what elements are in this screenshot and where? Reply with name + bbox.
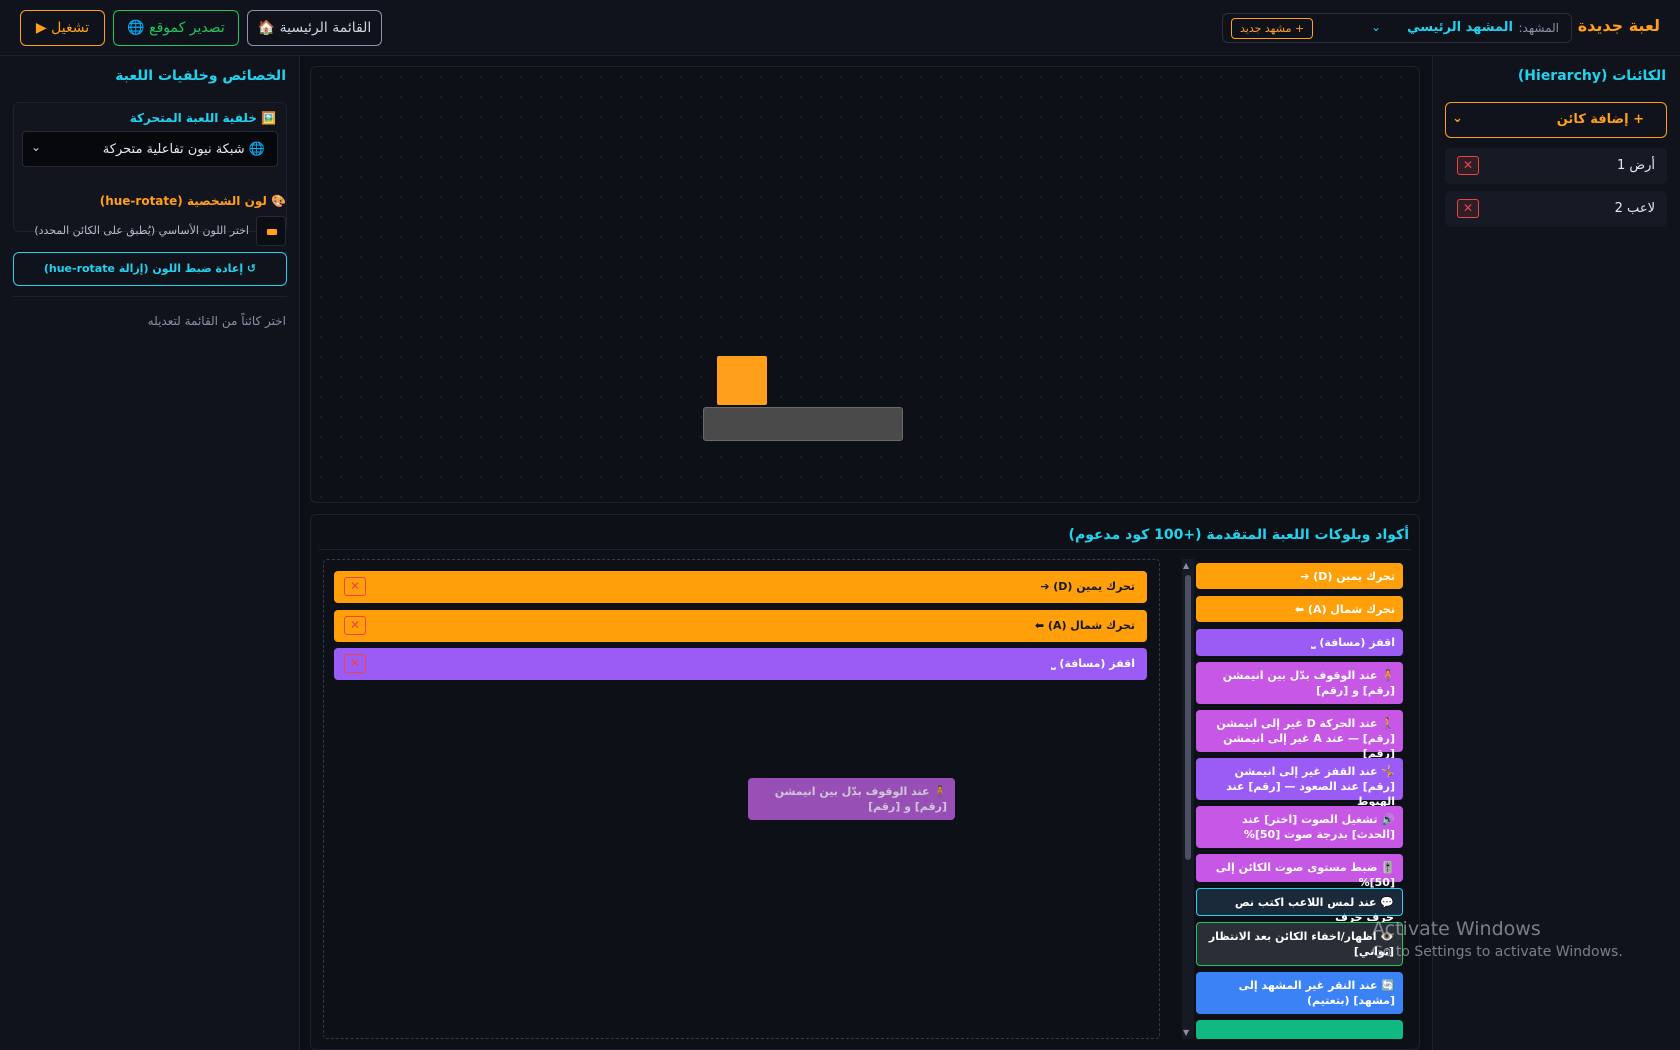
add-object-label: + إضافة كائن bbox=[1556, 112, 1644, 127]
game-title: لعبة جديدة bbox=[1577, 16, 1660, 35]
palette-block-move-left[interactable]: تحرك شمال (A) ⬅ bbox=[1196, 596, 1403, 622]
divider bbox=[13, 296, 287, 297]
palette-block-jump[interactable]: اقفز (مسافة) ⎵ bbox=[1196, 629, 1403, 656]
block-label: اقفز (مسافة) ⎵ bbox=[1051, 657, 1135, 670]
script-workspace[interactable]: تحرك يمين (D) ➔ ✕ تحرك شمال (A) ⬅ ✕ اقفز… bbox=[323, 559, 1160, 1039]
scroll-up-icon[interactable]: ▲ bbox=[1183, 561, 1189, 570]
object-name: لاعب 2 bbox=[1614, 201, 1655, 216]
game-canvas[interactable] bbox=[310, 66, 1420, 503]
watermark-line1: Activate Windows bbox=[1372, 918, 1541, 940]
properties-panel: الخصائص وخلفيات اللعبة 🖼️ خلفية اللعبة ا… bbox=[0, 56, 300, 1050]
delete-block-button[interactable]: ✕ bbox=[344, 616, 366, 635]
workspace-block-move-left[interactable]: تحرك شمال (A) ⬅ ✕ bbox=[334, 610, 1147, 642]
scene-label: المشهد: bbox=[1518, 21, 1559, 35]
palette-block-jump-animation[interactable]: 🤸 عند القفز غير إلى انيمشن [رقم] عند الص… bbox=[1196, 758, 1403, 808]
ground-sprite[interactable] bbox=[703, 407, 903, 441]
palette-block-move-right[interactable]: تحرك يمين (D) ➔ bbox=[1196, 563, 1403, 589]
delete-block-button[interactable]: ✕ bbox=[344, 577, 366, 596]
scene-select[interactable]: المشهد الرئيسي bbox=[1407, 20, 1513, 35]
main-menu-button[interactable]: القائمة الرئيسية 🏠 bbox=[247, 10, 382, 46]
palette-block-play-sound[interactable]: 🔊 تشغيل الصوت [اختر] عند [الحدث] بدرجة ص… bbox=[1196, 806, 1403, 848]
workspace-block-move-right[interactable]: تحرك يمين (D) ➔ ✕ bbox=[334, 571, 1147, 603]
delete-block-button[interactable]: ✕ bbox=[344, 654, 366, 673]
chevron-down-icon[interactable]: ⌄ bbox=[1371, 20, 1381, 34]
background-select-value: 🌐 شبكة نيون تفاعلية متحركة bbox=[102, 142, 265, 157]
palette-block-set-volume[interactable]: 🎚️ ضبط مستوى صوت الكائن إلى [50]% bbox=[1196, 854, 1403, 889]
blocks-title: أكواد وبلوكات اللعبة المتقدمة (+100 كود … bbox=[1068, 527, 1409, 543]
block-palette: تحرك يمين (D) ➔ تحرك شمال (A) ⬅ اقفز (مس… bbox=[1181, 559, 1411, 1039]
palette-block-change-scene[interactable]: 🔄 عند النقر غير المشهد إلى [مشهد] (بتعتي… bbox=[1196, 972, 1403, 1014]
player-sprite[interactable] bbox=[717, 356, 767, 405]
hierarchy-title: الكائنات (Hierarchy) bbox=[1517, 68, 1666, 84]
background-card: 🖼️ خلفية اللعبة المتحركة 🌐 شبكة نيون تفا… bbox=[13, 102, 287, 232]
delete-object-button[interactable]: ✕ bbox=[1457, 156, 1479, 175]
top-bar: لعبة جديدة المشهد: المشهد الرئيسي ⌄ + مش… bbox=[0, 0, 1680, 56]
hierarchy-panel: الكائنات (Hierarchy) + إضافة كائن ⌄ أرض … bbox=[1432, 56, 1680, 1050]
reset-color-button[interactable]: ↺ إعادة ضبط اللون (إزالة hue-rotate) bbox=[13, 252, 287, 286]
run-button[interactable]: تشغيل ▶ bbox=[20, 10, 105, 46]
color-hint: اختر اللون الأساسي (يُطبق على الكائن الم… bbox=[34, 224, 249, 237]
palette-scrollbar[interactable]: ▲ ▼ bbox=[1182, 559, 1194, 1039]
dragging-block[interactable]: 🧍 عند الوقوف بدّل بين انيمشن [رقم] و [رق… bbox=[748, 778, 955, 820]
activate-windows-watermark: Activate Windows Go to Settings to activ… bbox=[1372, 918, 1623, 960]
scene-switcher: المشهد: المشهد الرئيسي ⌄ + مشهد جديد bbox=[1222, 13, 1572, 43]
hierarchy-item-ground[interactable]: أرض 1 ✕ bbox=[1445, 148, 1667, 184]
delete-object-button[interactable]: ✕ bbox=[1457, 199, 1479, 218]
palette-block-walk-animation[interactable]: 🚶 عند الحركة D غير إلى انيمشن [رقم] — عن… bbox=[1196, 710, 1403, 760]
background-select[interactable]: 🌐 شبكة نيون تفاعلية متحركة ⌄ bbox=[22, 131, 278, 167]
watermark-line2: Go to Settings to activate Windows. bbox=[1372, 944, 1623, 960]
new-scene-button[interactable]: + مشهد جديد bbox=[1231, 18, 1314, 39]
block-label: تحرك يمين (D) ➔ bbox=[1040, 580, 1135, 593]
block-label: تحرك شمال (A) ⬅ bbox=[1034, 619, 1135, 632]
add-object-dropdown[interactable]: + إضافة كائن ⌄ bbox=[1445, 102, 1667, 138]
color-swatch bbox=[267, 229, 277, 235]
workspace-block-jump[interactable]: اقفز (مسافة) ⎵ ✕ bbox=[334, 648, 1147, 680]
chevron-down-icon: ⌄ bbox=[1452, 111, 1463, 126]
scroll-down-icon[interactable]: ▼ bbox=[1183, 1028, 1189, 1037]
divider bbox=[319, 549, 1411, 550]
palette-block-idle-animation[interactable]: 🧍 عند الوقوف بدّل بين انيمشن [رقم] و [رق… bbox=[1196, 662, 1403, 704]
color-picker[interactable] bbox=[256, 216, 286, 246]
blocks-panel: أكواد وبلوكات اللعبة المتقدمة (+100 كود … bbox=[310, 514, 1420, 1050]
scrollbar-thumb[interactable] bbox=[1185, 575, 1191, 860]
hierarchy-item-player[interactable]: لاعب 2 ✕ bbox=[1445, 191, 1667, 227]
select-object-hint: اختر كائناً من القائمة لتعديله bbox=[147, 314, 286, 328]
palette-block-typewriter[interactable]: 💬 عند لمس اللاعب اكتب نص حرف حرف bbox=[1196, 888, 1403, 924]
background-card-title: 🖼️ خلفية اللعبة المتحركة bbox=[129, 111, 276, 125]
palette-block-partial[interactable] bbox=[1196, 1020, 1403, 1039]
properties-title: الخصائص وخلفيات اللعبة bbox=[115, 68, 286, 84]
export-website-button[interactable]: تصدير كموقع 🌐 bbox=[113, 10, 239, 46]
character-color-title: 🎨 لون الشخصية (hue-rotate) bbox=[99, 194, 286, 208]
object-name: أرض 1 bbox=[1616, 158, 1655, 173]
chevron-down-icon: ⌄ bbox=[31, 140, 42, 154]
